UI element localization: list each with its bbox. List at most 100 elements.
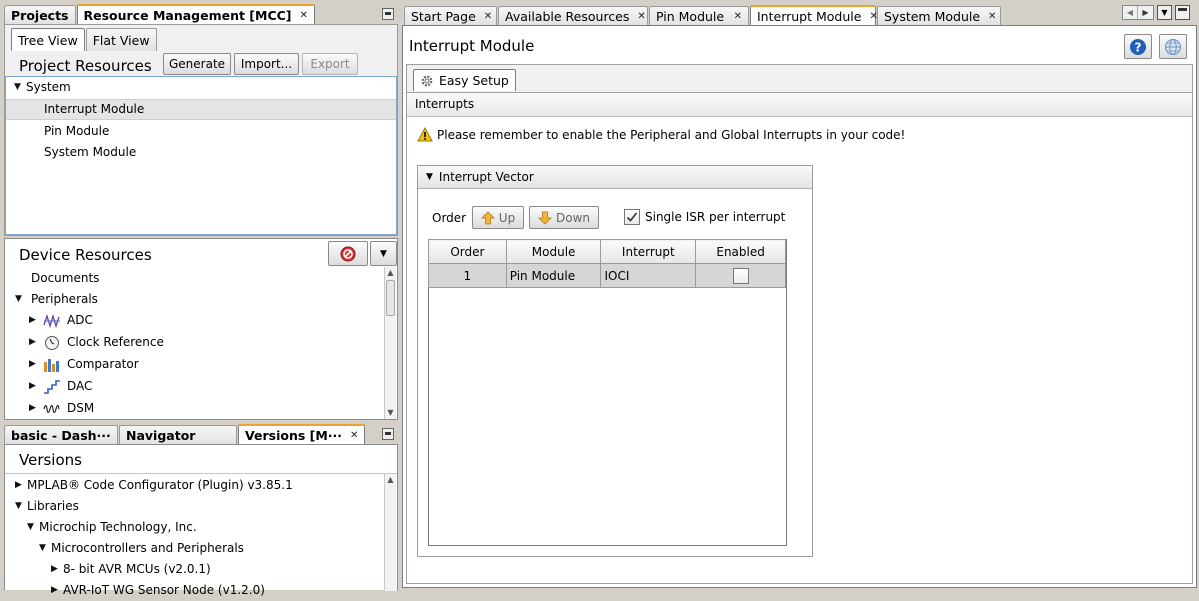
collapsed-triangle-icon[interactable]: ▶ [15,475,27,496]
scroll-up-icon[interactable]: ▲ [385,267,396,279]
device-item-documents[interactable]: Documents [31,268,99,289]
clock-icon [45,335,59,350]
left-top-tabstrip: Projects Resource Management [MCC] ✕ [4,4,398,24]
down-button[interactable]: Down [529,206,599,229]
collapsed-triangle-icon[interactable]: ▶ [29,398,41,419]
cell-enabled [695,263,786,288]
single-isr-checkbox[interactable] [624,209,640,225]
device-item-clock-reference[interactable]: ▶ Clock Reference [29,332,164,353]
help-button[interactable]: ? [1124,34,1152,59]
collapsed-triangle-icon[interactable]: ▶ [29,376,41,397]
tree-item-pin-module[interactable]: Pin Module [44,121,109,142]
arrow-up-icon [480,210,495,224]
collapsed-triangle-icon[interactable]: ▶ [29,310,41,331]
tab-dashboard[interactable]: basic - Dash··· [4,425,118,444]
close-icon[interactable]: ✕ [637,11,645,22]
tree-item-interrupt-module[interactable]: Interrupt Module [6,99,396,120]
expanded-triangle-icon[interactable]: ▼ [15,289,27,310]
versions-item-avr-mcus[interactable]: ▶ 8- bit AVR MCUs (v2.0.1) [51,559,211,580]
versions-item-mcc-plugin[interactable]: ▶ MPLAB® Code Configurator (Plugin) v3.8… [15,475,293,496]
tab-start-page[interactable]: Start Page ✕ [404,6,497,25]
expanded-triangle-icon[interactable]: ▼ [27,517,39,538]
minimize-icon[interactable] [382,8,394,20]
tab-easy-setup[interactable]: Easy Setup [413,69,516,91]
tab-interrupt-module[interactable]: Interrupt Module ✕ [750,5,878,25]
close-icon[interactable]: ✕ [350,430,358,441]
chevron-down-icon: ▼ [380,248,387,259]
tab-tree-view[interactable]: Tree View [11,28,85,51]
dropdown-button[interactable]: ▼ [370,241,397,266]
versions-item-microcontrollers[interactable]: ▼ Microcontrollers and Peripherals [39,538,244,559]
cell-interrupt: IOCI [600,263,697,288]
chevron-right-icon[interactable]: ▶ [1138,6,1153,19]
versions-panel: Versions ▶ MPLAB® Code Configurator (Plu… [4,444,398,597]
tab-resource-management[interactable]: Resource Management [MCC] ✕ [76,4,315,24]
versions-item-libraries[interactable]: ▼ Libraries [15,496,79,517]
import-button[interactable]: Import... [234,53,299,75]
minimize-icon[interactable] [382,428,394,440]
close-icon[interactable]: ✕ [734,11,742,22]
tree-item-system[interactable]: ▼ System [14,77,71,98]
enabled-checkbox[interactable] [732,267,749,284]
device-item-peripherals[interactable]: ▼ Peripherals [15,289,98,310]
expanded-triangle-icon[interactable]: ▼ [426,172,433,182]
tree-item-system-module[interactable]: System Module [44,142,136,163]
tab-navigation-controls: ◀ ▶ ▼ [1122,5,1190,20]
interrupt-vector-panel: ▼ Interrupt Vector Order Up Down Single … [417,165,813,557]
up-button[interactable]: Up [472,206,524,229]
column-header-module[interactable]: Module [505,239,602,264]
expanded-triangle-icon[interactable]: ▼ [14,77,26,98]
device-resources-scrollbar[interactable]: ▲ ▼ [384,267,396,419]
device-item-adc[interactable]: ▶ ADC [29,310,93,331]
tab-navigator[interactable]: Navigator [119,425,237,444]
column-header-interrupt[interactable]: Interrupt [600,239,697,264]
cell-module: Pin Module [505,263,602,288]
scroll-up-icon[interactable]: ▲ [385,474,396,486]
tab-versions[interactable]: Versions [M··· ✕ [238,424,366,444]
tab-projects[interactable]: Projects [4,5,76,24]
project-resources-title: Project Resources [19,57,152,75]
close-icon[interactable]: ✕ [484,11,492,22]
close-icon[interactable]: ✕ [300,10,308,21]
chevron-left-icon[interactable]: ◀ [1123,6,1138,19]
easy-setup-content: Interrupts Please remember to enable the… [407,92,1192,583]
export-button[interactable]: Export [302,53,358,75]
versions-scrollbar[interactable]: ▲ [384,474,396,591]
generate-button[interactable]: Generate [163,53,231,75]
scroll-thumb[interactable] [386,280,395,316]
interrupt-vector-header[interactable]: ▼ Interrupt Vector [418,166,812,189]
dsm-icon [43,404,60,413]
help-icon: ? [1130,38,1146,55]
versions-item-microchip[interactable]: ▼ Microchip Technology, Inc. [27,517,197,538]
editor-tabstrip: Start Page ✕ Available Resources ✕ Pin M… [404,5,1199,25]
table-row[interactable]: 1 Pin Module IOCI [428,263,786,288]
no-filter-button[interactable] [328,241,368,266]
versions-item-avr-iot[interactable]: ▶ AVR-IoT WG Sensor Node (v1.2.0) [51,580,265,601]
interrupt-table: Order Module Interrupt Enabled 1 Pin Mod… [428,239,787,546]
collapsed-triangle-icon[interactable]: ▶ [29,332,41,353]
tab-list-dropdown-icon[interactable]: ▼ [1157,5,1172,20]
close-icon[interactable]: ✕ [988,11,996,22]
collapsed-triangle-icon[interactable]: ▶ [51,559,63,580]
device-item-dac[interactable]: ▶ DAC [29,376,92,397]
column-header-order[interactable]: Order [428,239,507,264]
svg-text:?: ? [1135,40,1142,54]
tab-available-resources[interactable]: Available Resources ✕ [498,6,648,25]
dac-icon [44,379,60,394]
view-tabs: Tree View Flat View [11,28,158,51]
maximize-icon[interactable] [1175,5,1190,20]
device-item-comparator[interactable]: ▶ Comparator [29,354,139,375]
column-header-enabled[interactable]: Enabled [695,239,786,264]
web-button[interactable] [1159,34,1187,59]
collapsed-triangle-icon[interactable]: ▶ [29,354,41,375]
single-isr-option[interactable]: Single ISR per interrupt [624,209,785,225]
tab-system-module[interactable]: System Module ✕ [877,6,1001,25]
expanded-triangle-icon[interactable]: ▼ [39,538,51,559]
warning-message: Please remember to enable the Peripheral… [417,127,905,142]
tab-flat-view[interactable]: Flat View [85,28,157,51]
device-item-dsm[interactable]: ▶ DSM [29,398,94,419]
scroll-down-icon[interactable]: ▼ [385,407,396,419]
expanded-triangle-icon[interactable]: ▼ [15,496,27,517]
tab-pin-module[interactable]: Pin Module ✕ [649,6,749,25]
collapsed-triangle-icon[interactable]: ▶ [51,580,63,601]
